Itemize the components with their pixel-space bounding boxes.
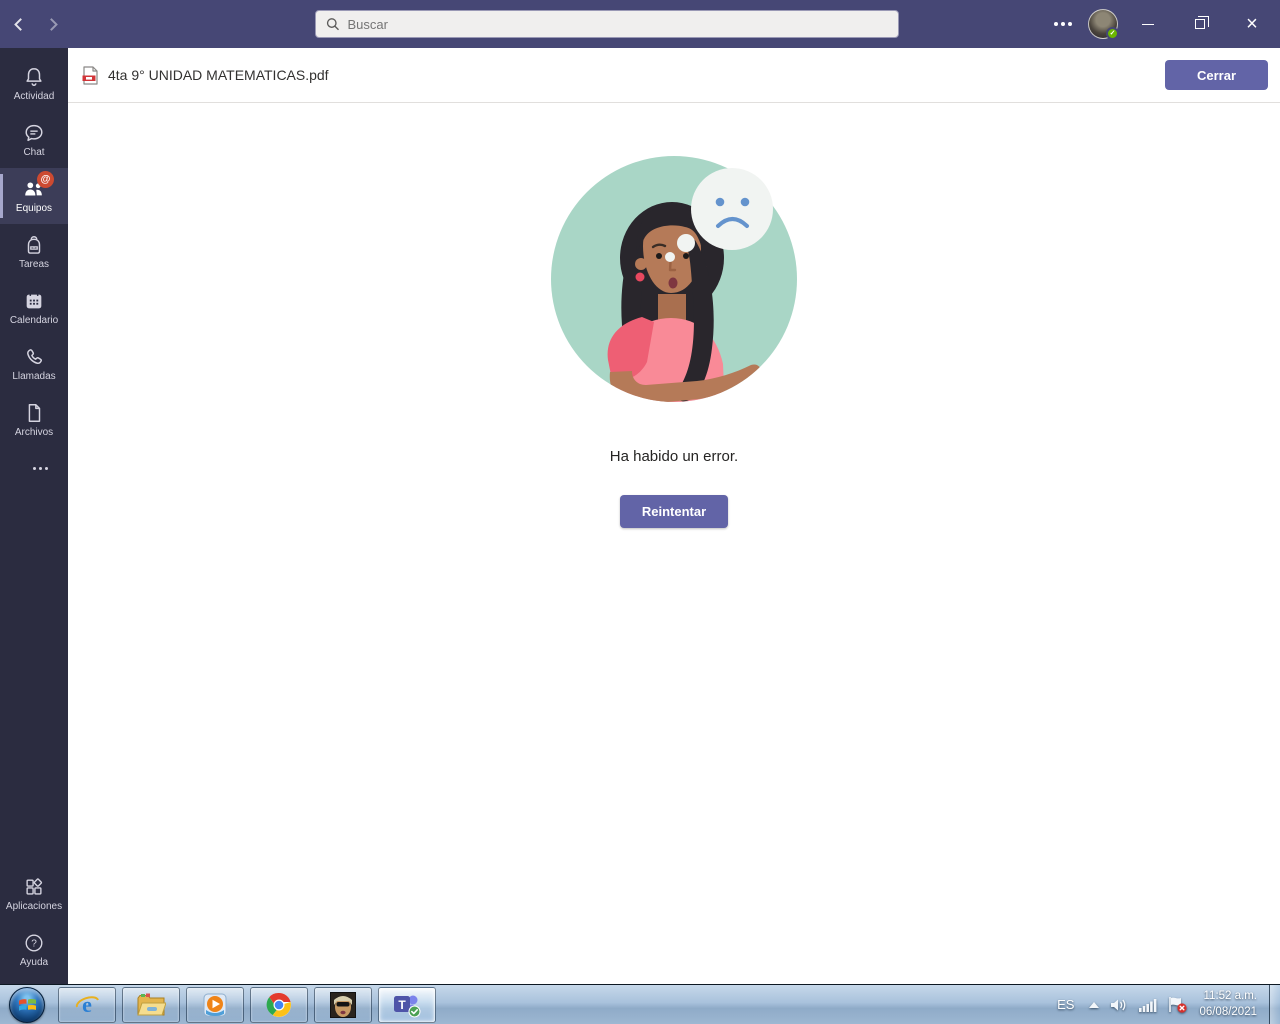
sidebar-item-label: Aplicaciones [5, 901, 63, 912]
error-illustration [551, 156, 797, 402]
screen: ✓ × Actividad [0, 0, 1280, 1024]
forward-arrow-icon[interactable] [45, 17, 58, 31]
taskbar-photo-viewer-button[interactable] [314, 986, 372, 1023]
svg-text:?: ? [31, 939, 37, 950]
svg-text:e: e [82, 992, 92, 1017]
taskbar-teams-button[interactable]: T [378, 986, 436, 1023]
phone-icon [27, 349, 42, 364]
file-explorer-icon [137, 993, 166, 1015]
sidebar-item-label: Tareas [18, 259, 49, 270]
sidebar-item-label: Chat [23, 147, 45, 158]
more-options-icon[interactable] [1054, 22, 1058, 26]
back-arrow-icon[interactable] [14, 17, 27, 31]
taskbar: e T ES 11:52 a.m. 06/08/2021 [0, 984, 1280, 1024]
backpack-icon [27, 236, 41, 254]
presence-available-icon: ✓ [1106, 27, 1119, 40]
sidebar-item-archivos[interactable]: Archivos [0, 392, 68, 448]
pdf-file-icon [82, 65, 98, 85]
calendar-icon [26, 293, 42, 309]
avatar[interactable]: ✓ [1088, 9, 1119, 40]
titlebar: ✓ × [0, 0, 1280, 48]
taskbar-internet-explorer-button[interactable]: e [58, 986, 116, 1023]
reintentar-button[interactable]: Reintentar [620, 495, 728, 528]
search-box[interactable] [315, 10, 899, 38]
restore-button[interactable] [1178, 0, 1222, 48]
volume-icon[interactable] [1110, 997, 1128, 1013]
clock-date: 06/08/2021 [1199, 1005, 1257, 1018]
sidebar-item-calendario[interactable]: Calendario [0, 280, 68, 336]
restore-icon [1195, 16, 1209, 29]
file-header: 4ta 9° UNIDAD MATEMATICAS.pdf Cerrar [68, 48, 1280, 103]
start-button[interactable] [0, 985, 54, 1024]
sidebar-item-actividad[interactable]: Actividad [0, 56, 68, 112]
photo-viewer-icon [330, 991, 356, 1018]
minimize-button[interactable] [1126, 0, 1170, 48]
sidebar-item-chat[interactable]: Chat [0, 112, 68, 168]
taskbar-buttons: e T [54, 985, 436, 1024]
svg-text:T: T [398, 998, 406, 1012]
system-tray: ES 11:52 a.m. 06/08/2021 [1053, 985, 1269, 1024]
titlebar-right: ✓ × [1054, 0, 1280, 48]
windows-media-player-icon [203, 993, 227, 1016]
show-desktop-button[interactable] [1269, 985, 1280, 1024]
language-indicator[interactable]: ES [1053, 997, 1078, 1012]
cerrar-button[interactable]: Cerrar [1165, 60, 1268, 90]
sidebar-item-label: Calendario [9, 315, 59, 326]
action-center-flag-icon[interactable] [1168, 996, 1188, 1013]
windows-flag-icon [18, 998, 36, 1011]
sidebar-item-ayuda[interactable]: ? Ayuda [0, 922, 68, 978]
nav-arrows [0, 17, 160, 31]
error-content: Ha habido un error. Reintentar [68, 103, 1280, 984]
chat-icon [25, 124, 43, 142]
sidebar-item-label: Archivos [14, 427, 54, 438]
teams-app-icon: T [394, 995, 421, 1017]
file-name: 4ta 9° UNIDAD MATEMATICAS.pdf [108, 67, 329, 83]
minimize-icon [1142, 23, 1154, 25]
sidebar-item-label: Equipos [15, 203, 53, 214]
close-button[interactable]: × [1230, 0, 1274, 48]
search-icon [326, 18, 339, 31]
sidebar-item-label: Ayuda [19, 957, 49, 968]
bell-icon [26, 68, 42, 86]
sidebar-item-label: Llamadas [12, 371, 56, 382]
teams-window: ✓ × Actividad [0, 0, 1280, 984]
network-signal-icon[interactable] [1139, 998, 1157, 1012]
sidebar-item-aplicaciones[interactable]: Aplicaciones [0, 866, 68, 922]
chrome-icon [266, 992, 291, 1017]
error-message: Ha habido un error. [609, 448, 739, 465]
file-viewer-pane: 4ta 9° UNIDAD MATEMATICAS.pdf Cerrar Ha … [68, 48, 1280, 984]
search-wrap [160, 10, 1054, 38]
clock-time: 11:52 a.m. [1203, 989, 1258, 1002]
hidden-icons-arrow-icon[interactable] [1089, 1001, 1100, 1008]
mention-badge: @ [37, 171, 54, 188]
app-sidebar: Actividad Chat @ Equipos Tareas Calendar… [0, 48, 68, 984]
taskbar-media-player-button[interactable] [186, 986, 244, 1023]
search-input[interactable] [347, 16, 888, 32]
help-circle-icon: ? [25, 934, 43, 952]
ellipsis-icon [32, 466, 36, 470]
clock[interactable]: 11:52 a.m. 06/08/2021 [1199, 989, 1261, 1020]
sidebar-more-button[interactable] [0, 448, 68, 488]
sidebar-item-tareas[interactable]: Tareas [0, 224, 68, 280]
taskbar-file-explorer-button[interactable] [122, 986, 180, 1023]
sidebar-item-equipos[interactable]: @ Equipos [0, 168, 68, 224]
apps-grid-icon [26, 878, 43, 895]
sidebar-item-label: Actividad [13, 91, 55, 102]
document-icon [28, 404, 41, 422]
sidebar-item-llamadas[interactable]: Llamadas [0, 336, 68, 392]
windows-start-orb-icon [9, 986, 45, 1023]
taskbar-chrome-button[interactable] [250, 986, 308, 1023]
window-body: Actividad Chat @ Equipos Tareas Calendar… [0, 48, 1280, 984]
internet-explorer-icon: e [75, 992, 99, 1017]
